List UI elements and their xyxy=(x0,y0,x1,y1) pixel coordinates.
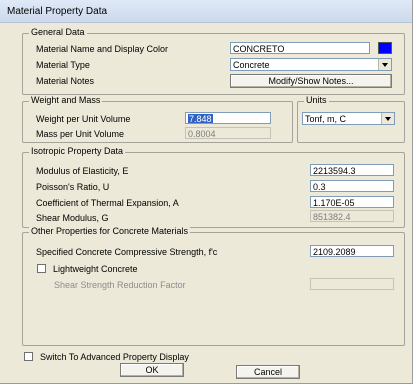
material-type-label: Material Type xyxy=(36,60,90,70)
compressive-strength-input[interactable]: 2109.2089 xyxy=(310,245,394,257)
shear-modulus-label: Shear Modulus, G xyxy=(36,213,109,223)
chevron-down-icon xyxy=(381,113,394,124)
material-notes-label: Material Notes xyxy=(36,76,95,86)
general-data-legend: General Data xyxy=(29,27,87,37)
lightweight-concrete-checkbox[interactable] xyxy=(37,264,46,273)
weight-per-volume-input[interactable]: 7.848 xyxy=(185,112,271,124)
material-property-dialog: Material Property Data General Data Mate… xyxy=(0,0,413,384)
modulus-elasticity-input[interactable]: 2213594.3 xyxy=(310,164,394,176)
material-name-input[interactable]: CONCRETO xyxy=(230,42,370,54)
title-bar[interactable]: Material Property Data xyxy=(0,0,412,23)
modulus-elasticity-label: Modulus of Elasticity, E xyxy=(36,166,129,176)
lightweight-concrete-label: Lightweight Concrete xyxy=(53,264,138,274)
shear-modulus-input: 851382.4 xyxy=(310,210,394,222)
shear-strength-reduction-input xyxy=(310,278,394,290)
advanced-display-label: Switch To Advanced Property Display xyxy=(40,352,189,362)
weight-per-volume-label: Weight per Unit Volume xyxy=(36,114,131,124)
material-type-value: Concrete xyxy=(233,60,270,70)
display-color-swatch[interactable] xyxy=(378,42,392,54)
poisson-ratio-input[interactable]: 0.3 xyxy=(310,180,394,192)
window-title: Material Property Data xyxy=(7,6,108,17)
modify-show-notes-button[interactable]: Modify/Show Notes... xyxy=(230,74,392,88)
compressive-strength-label: Specified Concrete Compressive Strength,… xyxy=(36,247,218,257)
weight-per-volume-value: 7.848 xyxy=(188,114,213,124)
thermal-expansion-label: Coefficient of Thermal Expansion, A xyxy=(36,198,179,208)
units-value: Tonf, m, C xyxy=(305,114,347,124)
units-dropdown[interactable]: Tonf, m, C xyxy=(302,112,395,125)
isotropic-property-legend: Isotropic Property Data xyxy=(29,146,126,156)
concrete-properties-legend: Other Properties for Concrete Materials xyxy=(29,226,191,236)
mass-per-volume-label: Mass per Unit Volume xyxy=(36,129,125,139)
poisson-ratio-label: Poisson's Ratio, U xyxy=(36,182,110,192)
mass-per-volume-input: 0.8004 xyxy=(185,127,271,139)
material-type-dropdown[interactable]: Concrete xyxy=(230,58,392,71)
ok-button[interactable]: OK xyxy=(120,363,184,377)
thermal-expansion-input[interactable]: 1.170E-05 xyxy=(310,196,394,208)
material-name-label: Material Name and Display Color xyxy=(36,44,169,54)
advanced-display-checkbox[interactable] xyxy=(24,352,33,361)
weight-mass-legend: Weight and Mass xyxy=(29,95,103,105)
shear-strength-reduction-label: Shear Strength Reduction Factor xyxy=(54,280,186,290)
units-legend: Units xyxy=(304,95,329,105)
cancel-button[interactable]: Cancel xyxy=(236,365,300,379)
chevron-down-icon xyxy=(378,59,391,70)
